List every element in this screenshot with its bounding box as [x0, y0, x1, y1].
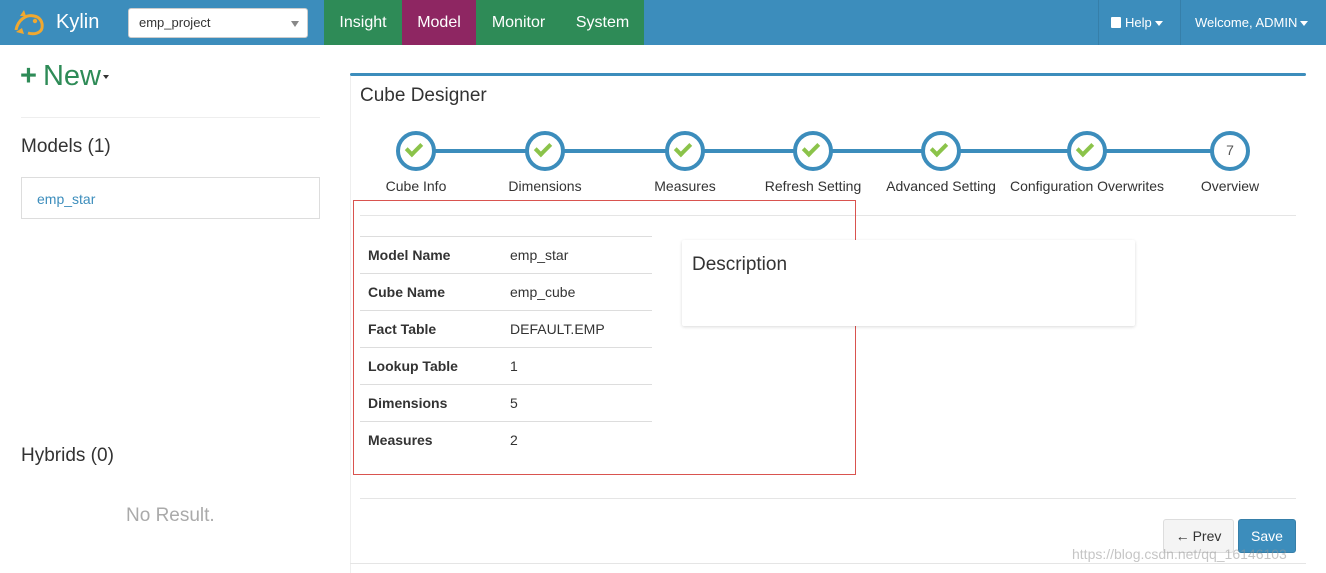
caret-down-icon	[1300, 21, 1309, 27]
divider	[360, 498, 1296, 499]
tab-insight[interactable]: Insight	[324, 0, 402, 45]
card-top-border	[350, 73, 1306, 76]
prev-label: Prev	[1192, 528, 1222, 544]
info-key: Dimensions	[368, 395, 448, 411]
chevron-down-icon	[291, 21, 299, 27]
divider	[350, 563, 1306, 564]
step-number: 7	[1226, 142, 1234, 158]
table-row: Measures 2	[360, 421, 652, 459]
caret-down-icon	[1154, 21, 1163, 27]
kylin-logo-icon[interactable]	[12, 6, 48, 38]
step-label[interactable]: Cube Info	[386, 178, 447, 194]
info-key: Fact Table	[368, 321, 437, 337]
plus-icon: +	[20, 60, 37, 92]
book-icon	[1111, 17, 1121, 28]
card-left-border	[350, 76, 351, 573]
info-value: 1	[510, 358, 518, 374]
info-value: 2	[510, 432, 518, 449]
step-label[interactable]: Overview	[1201, 178, 1259, 194]
model-link[interactable]: emp_star	[37, 191, 95, 207]
info-key: Measures	[368, 432, 433, 449]
welcome-label: Welcome, ADMIN	[1195, 15, 1298, 30]
table-row: Model Name emp_star	[360, 236, 652, 274]
watermark-text: https://blog.csdn.net/qq_16146103	[1072, 546, 1287, 562]
brand-name[interactable]: Kylin	[56, 11, 99, 34]
tab-monitor[interactable]: Monitor	[476, 0, 561, 45]
tab-system[interactable]: System	[561, 0, 644, 45]
step-cube-info[interactable]	[396, 131, 436, 171]
help-label: Help	[1125, 15, 1152, 30]
help-menu[interactable]: Help	[1098, 0, 1180, 45]
no-result-text: No Result.	[126, 505, 215, 526]
project-select[interactable]: emp_project	[128, 8, 308, 38]
new-button[interactable]: + New	[20, 60, 109, 93]
user-menu[interactable]: Welcome, ADMIN	[1180, 0, 1326, 45]
step-label[interactable]: Measures	[654, 178, 715, 194]
info-value: DEFAULT.EMP	[510, 321, 605, 337]
new-label: New	[42, 60, 101, 92]
page-title: Cube Designer	[360, 85, 487, 106]
hybrids-title: Hybrids (0)	[21, 445, 114, 466]
check-icon	[673, 138, 693, 158]
step-label[interactable]: Dimensions	[508, 178, 581, 194]
check-icon	[1075, 138, 1095, 158]
check-icon	[404, 138, 424, 158]
info-value: emp_cube	[510, 284, 576, 300]
step-overview[interactable]: 7	[1210, 131, 1250, 171]
caret-down-icon	[102, 75, 109, 80]
description-title: Description	[692, 254, 788, 275]
cube-info-table: Model Name emp_star Cube Name emp_cube Fac…	[360, 236, 652, 459]
step-measures[interactable]	[665, 131, 705, 171]
check-icon	[533, 138, 553, 158]
table-row: Cube Name emp_cube	[360, 273, 652, 311]
wizard-steps: Cube Info Dimensions Measures Refresh Se…	[360, 130, 1296, 200]
step-refresh-setting[interactable]	[793, 131, 833, 171]
sidebar-divider	[21, 117, 320, 118]
info-key: Lookup Table	[368, 358, 458, 374]
table-row: Lookup Table 1	[360, 347, 652, 385]
table-row: Fact Table DEFAULT.EMP	[360, 310, 652, 348]
table-row: Dimensions 5	[360, 384, 652, 422]
info-key: Cube Name	[368, 284, 446, 300]
info-value: emp_star	[510, 247, 569, 263]
step-advanced-setting[interactable]	[921, 131, 961, 171]
model-list-item[interactable]: emp_star	[21, 177, 320, 219]
description-panel: Description	[682, 240, 1135, 326]
project-select-value: emp_project	[139, 15, 211, 30]
step-label[interactable]: Configuration Overwrites	[1010, 178, 1164, 194]
info-value: 5	[510, 395, 518, 411]
step-dimensions[interactable]	[525, 131, 565, 171]
tab-model[interactable]: Model	[402, 0, 476, 45]
top-navbar: Kylin emp_project Insight Model Monitor …	[0, 0, 1326, 45]
step-label[interactable]: Refresh Setting	[765, 178, 862, 194]
check-icon	[801, 138, 821, 158]
check-icon	[929, 138, 949, 158]
step-label[interactable]: Advanced Setting	[886, 178, 996, 194]
step-configuration-overwrites[interactable]	[1067, 131, 1107, 171]
info-key: Model Name	[368, 247, 451, 263]
models-title: Models (1)	[21, 136, 111, 157]
